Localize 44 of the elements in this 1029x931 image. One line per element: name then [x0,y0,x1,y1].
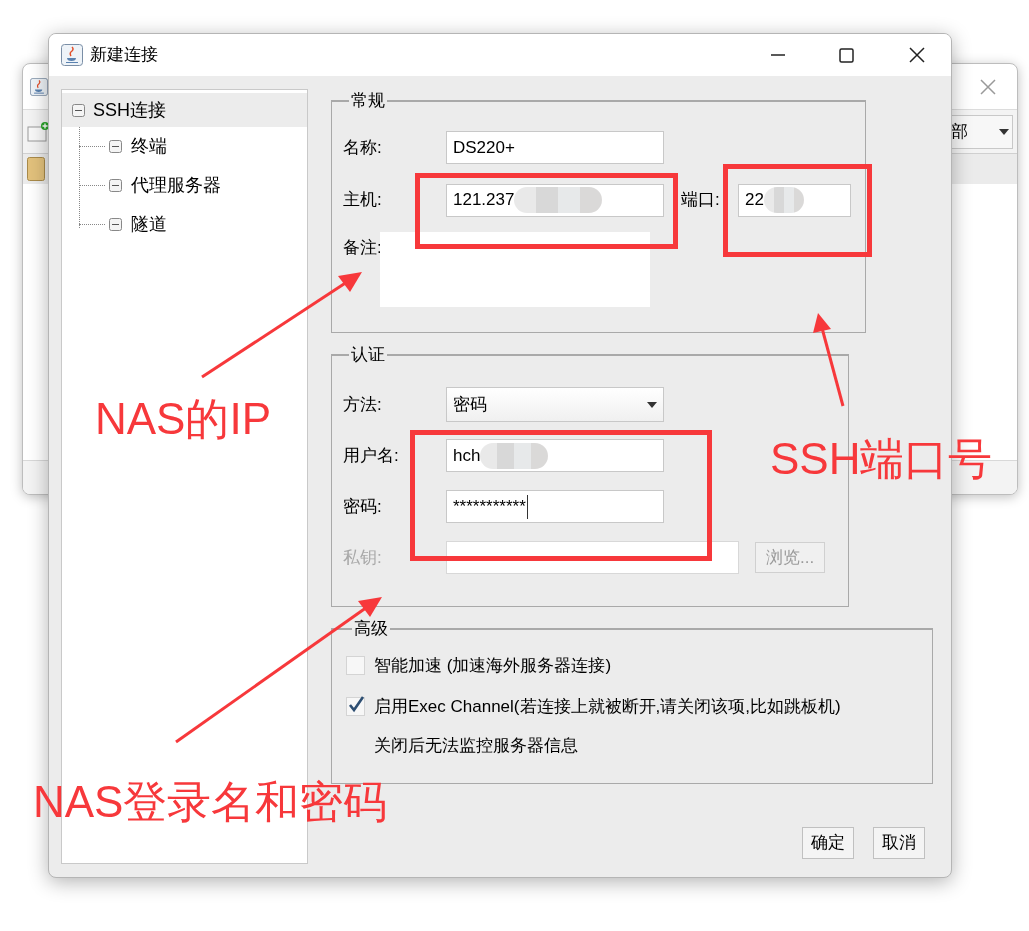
field-label: 密码: [343,495,383,518]
option-label: 启用Exec Channel(若连接上就被断开,请关闭该项,比如跳板机) [374,695,841,718]
tree-item[interactable]: 隧道 [105,209,173,240]
dropdown-arrow-icon [647,401,657,408]
field-label: 方法: [343,393,383,416]
group-title: 认证 [350,345,386,365]
dialog-button[interactable]: 确定 [802,827,854,859]
checkbox[interactable] [346,656,365,676]
tree-item[interactable]: 代理服务器 [105,170,227,201]
cup-icon [61,44,83,66]
method-dropdown[interactable]: 密码 [446,387,664,422]
collapse-icon [109,140,122,153]
maximize-icon[interactable] [839,47,854,63]
annotation-label: NAS的IP [95,393,272,445]
port-field[interactable]: 22 [738,183,851,217]
tree-item[interactable]: 终端 [105,131,173,162]
checkbox[interactable] [346,696,365,716]
collapse-icon [109,179,122,192]
username-field[interactable]: hch [446,439,664,472]
folder-icon [27,157,45,181]
collapse-icon [109,218,122,231]
option-note: 关闭后无法监控服务器信息 [374,736,578,755]
group-title: 高级 [353,619,389,639]
dialog-button[interactable]: 取消 [873,827,925,859]
field-label: 端口: [681,189,721,212]
field-label: 主机: [343,189,383,212]
host-field[interactable]: 121.237 [446,183,664,217]
window-title: 新建连接 [90,44,158,67]
password-field[interactable]: *********** [446,490,664,523]
new-file-icon[interactable] [27,120,49,143]
annotation-label: NAS登录名和密码 [33,776,388,828]
field-label: 名称: [343,136,383,159]
option-label: 智能加速 (加速海外服务器连接) [374,655,612,677]
note-field[interactable] [379,232,650,307]
tree-item[interactable]: SSH连接 [62,93,307,127]
field-label: 用户名: [343,444,400,467]
annotation-label: SSH端口号 [770,433,993,485]
collapse-icon [72,103,85,117]
dropdown-arrow-icon [999,128,1009,135]
field-label: 私钥: [343,546,383,569]
field-label: 备注: [343,238,382,257]
close-icon[interactable] [909,47,925,63]
name-field[interactable]: DS220+ [446,131,664,164]
group-title: 常规 [350,91,386,111]
